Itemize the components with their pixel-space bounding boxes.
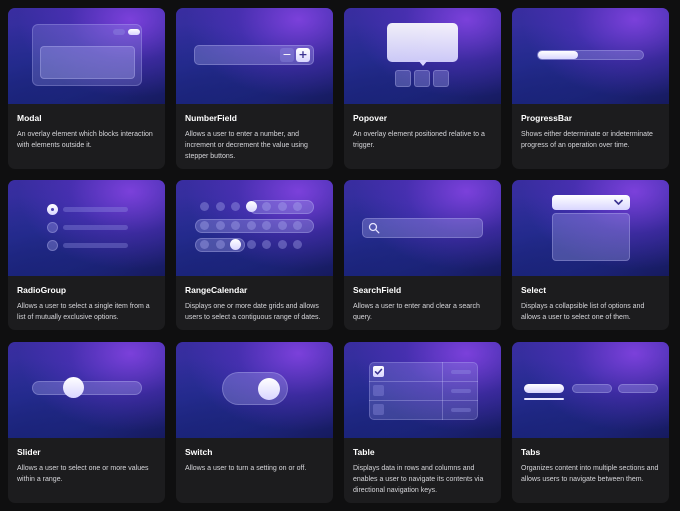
switch-illustration	[176, 342, 333, 438]
card-title: RangeCalendar	[185, 285, 248, 295]
calendar-day-dot	[200, 221, 209, 230]
card-description: Allows a user to enter and clear a searc…	[353, 303, 480, 321]
card-popover[interactable]: Popover An overlay element positioned re…	[344, 8, 501, 169]
calendar-day-dot	[200, 202, 209, 211]
card-description: Shows either determinate or indeterminat…	[521, 131, 653, 149]
popover-illustration	[344, 8, 501, 104]
card-title: Switch	[185, 447, 213, 457]
calendar-day-dot	[246, 221, 256, 230]
card-table[interactable]: Table Displays data in rows and columns …	[344, 342, 501, 503]
modal-illustration	[8, 8, 165, 104]
card-title: Table	[353, 447, 375, 457]
card-title: ProgressBar	[521, 113, 573, 123]
card-description: Allows a user to turn a setting on or of…	[185, 465, 307, 472]
card-select[interactable]: Select Displays a collapsible list of op…	[512, 180, 669, 330]
card-description: Displays one or more date grids and allo…	[185, 303, 321, 321]
card-progressbar[interactable]: ProgressBar Shows either determinate or …	[512, 8, 669, 169]
calendar-day-dot	[293, 240, 302, 249]
card-title: Popover	[353, 113, 388, 123]
calendar-day-dot	[230, 239, 241, 250]
calendar-day-dot	[231, 221, 240, 230]
calendar-day-dot	[277, 202, 287, 211]
calendar-day-dot	[277, 240, 287, 249]
table-illustration	[344, 342, 501, 438]
card-title: Modal	[17, 113, 42, 123]
card-description: Displays a collapsible list of options a…	[521, 303, 645, 321]
card-numberfield[interactable]: − + NumberField Allows a user to enter a…	[176, 8, 333, 169]
card-rangecalendar[interactable]: RangeCalendar Displays one or more date …	[176, 180, 333, 330]
card-tabs[interactable]: Tabs Organizes content into multiple sec…	[512, 342, 669, 503]
minus-icon: −	[280, 48, 294, 62]
calendar-day-dot	[293, 221, 302, 230]
radiogroup-illustration	[8, 180, 165, 276]
card-title: Select	[521, 285, 547, 295]
calendar-day-dot	[215, 202, 225, 211]
calendar-day-dot	[262, 240, 271, 249]
card-description: An overlay element positioned relative t…	[353, 131, 485, 149]
checkmark-icon	[373, 366, 384, 377]
tabs-illustration	[512, 342, 669, 438]
card-description: Allows a user to select one or more valu…	[17, 465, 149, 483]
card-description: An overlay element which blocks interact…	[17, 131, 153, 149]
search-icon	[368, 222, 380, 234]
card-description: Allows a user to enter a number, and inc…	[185, 131, 308, 160]
card-slider[interactable]: Slider Allows a user to select one or mo…	[8, 342, 165, 503]
card-title: Tabs	[521, 447, 541, 457]
calendar-day-dot	[293, 202, 302, 211]
chevron-down-icon	[614, 199, 623, 205]
select-illustration	[512, 180, 669, 276]
card-radiogroup[interactable]: RadioGroup Allows a user to select a sin…	[8, 180, 165, 330]
calendar-day-dot	[215, 221, 225, 230]
card-description: Organizes content into multiple sections…	[521, 465, 659, 483]
calendar-day-dot	[215, 240, 225, 249]
slider-illustration	[8, 342, 165, 438]
calendar-day-dot	[231, 202, 240, 211]
rangecalendar-illustration	[176, 180, 333, 276]
searchfield-illustration	[344, 180, 501, 276]
card-title: Slider	[17, 447, 41, 457]
numberfield-illustration: − +	[176, 8, 333, 104]
card-switch[interactable]: Switch Allows a user to turn a setting o…	[176, 342, 333, 503]
calendar-day-dot	[246, 240, 256, 249]
card-description: Displays data in rows and columns and en…	[353, 465, 484, 494]
calendar-day-dot	[262, 202, 271, 211]
card-description: Allows a user to select a single item fr…	[17, 303, 150, 321]
card-title: RadioGroup	[17, 285, 67, 295]
card-title: NumberField	[185, 113, 237, 123]
calendar-day-dot	[277, 221, 287, 230]
card-title: SearchField	[353, 285, 402, 295]
card-searchfield[interactable]: SearchField Allows a user to enter and c…	[344, 180, 501, 330]
calendar-day-dot	[200, 240, 209, 249]
calendar-day-dot	[245, 201, 257, 212]
plus-icon: +	[296, 48, 310, 62]
progressbar-illustration	[512, 8, 669, 104]
card-modal[interactable]: Modal An overlay element which blocks in…	[8, 8, 165, 169]
calendar-day-dot	[262, 221, 271, 230]
